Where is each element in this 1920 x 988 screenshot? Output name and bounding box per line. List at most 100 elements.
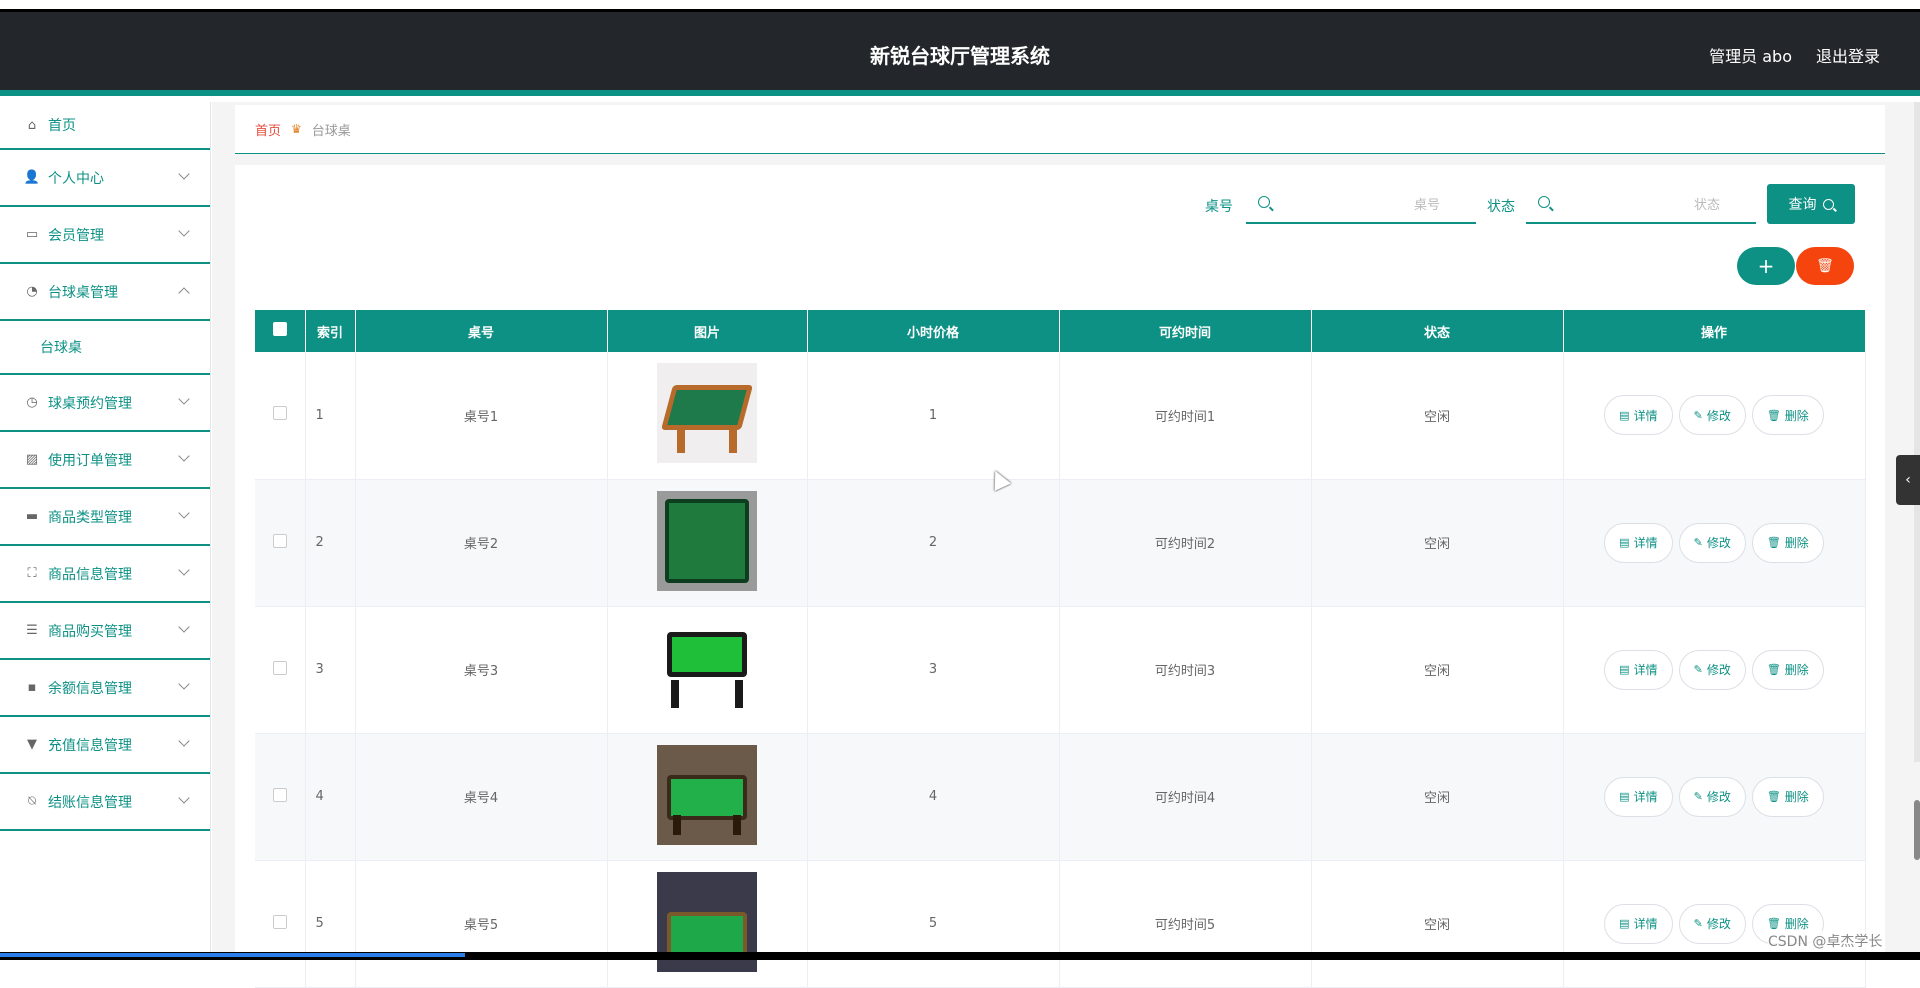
- row-checkbox[interactable]: [272, 660, 287, 675]
- select-all-checkbox[interactable]: [272, 322, 287, 336]
- sidebar-item-tables[interactable]: ◔ 台球桌管理: [0, 264, 210, 321]
- sidebar-item-home[interactable]: ⌂ 首页: [0, 102, 210, 150]
- detail-button[interactable]: ▤ 详情: [1604, 395, 1673, 436]
- sidebar-item-label: 个人中心: [48, 170, 104, 187]
- row-status: 空闲: [1311, 860, 1564, 988]
- detail-button[interactable]: ▤ 详情: [1604, 776, 1673, 817]
- chevron-down-icon: [178, 450, 190, 462]
- row-table-no: 桌号3: [355, 606, 608, 734]
- bell-off-icon: ⍉: [28, 794, 36, 809]
- logout-link[interactable]: 退出登录: [1816, 43, 1880, 67]
- app-header: 新锐台球厅管理系统 管理员 abo 退出登录: [0, 12, 1920, 96]
- chevron-up-icon: [178, 287, 190, 299]
- query-label: 查询: [1788, 197, 1817, 213]
- table-image: [657, 363, 757, 464]
- table-no-input[interactable]: [1280, 192, 1440, 216]
- row-status: 空闲: [1311, 479, 1564, 607]
- row-table-no: 桌号1: [355, 352, 608, 480]
- sidebar-item-personal[interactable]: 👤 个人中心: [0, 150, 210, 207]
- column-header: 状态: [1311, 310, 1564, 352]
- wallet-icon: ▬: [25, 509, 39, 524]
- row-checkbox[interactable]: [272, 533, 287, 548]
- sidebar-item-label: 台球桌管理: [48, 284, 118, 301]
- edit-button[interactable]: ✎ 修改: [1678, 395, 1746, 436]
- edit-label: 修改: [1706, 790, 1731, 804]
- chevron-down-icon: [178, 792, 190, 804]
- sidebar-item-checkout[interactable]: ⍉ 结账信息管理: [0, 774, 210, 831]
- table-no-search[interactable]: [1246, 186, 1476, 224]
- sidebar-item-product-types[interactable]: ▬ 商品类型管理: [0, 489, 210, 546]
- detail-label: 详情: [1633, 536, 1658, 550]
- sidebar-item-balance[interactable]: ▪ 余额信息管理: [0, 660, 210, 717]
- select-all-cell[interactable]: [255, 310, 306, 352]
- status-search[interactable]: [1526, 186, 1756, 224]
- detail-label: 详情: [1633, 663, 1658, 677]
- sidebar-item-label: 商品信息管理: [48, 566, 132, 583]
- edit-label: 修改: [1706, 917, 1731, 931]
- row-index: 1: [305, 352, 356, 480]
- table-row: 2 桌号2 2 可约时间2 空闲 ▤ 详情 ✎ 修改 🗑 删除: [255, 479, 1866, 607]
- table-row: 4 桌号4 4 可约时间4 空闲 ▤ 详情 ✎ 修改 🗑 删除: [255, 733, 1866, 861]
- chevron-down-icon: [178, 168, 190, 180]
- row-actions: ▤ 详情 ✎ 修改 🗑 删除: [1563, 860, 1866, 988]
- document-icon: ▤: [1619, 408, 1630, 422]
- delete-button[interactable]: 🗑 删除: [1751, 649, 1824, 690]
- query-button[interactable]: 查询: [1767, 184, 1855, 224]
- current-user: 管理员 abo: [1709, 47, 1792, 66]
- add-button[interactable]: +: [1737, 247, 1795, 285]
- row-time: 可约时间2: [1059, 479, 1312, 607]
- row-time: 可约时间3: [1059, 606, 1312, 734]
- app-title: 新锐台球厅管理系统: [870, 44, 1050, 68]
- row-table-no: 桌号2: [355, 479, 608, 607]
- row-checkbox[interactable]: [272, 406, 287, 421]
- page-scrollbar[interactable]: [1914, 102, 1920, 762]
- column-header: 索引: [305, 310, 356, 352]
- row-checkbox[interactable]: [272, 787, 287, 802]
- sidebar-item-label: 商品购买管理: [48, 623, 132, 640]
- detail-button[interactable]: ▤ 详情: [1604, 649, 1673, 690]
- sidebar-item-recharge[interactable]: ▼ 充值信息管理: [0, 717, 210, 774]
- row-status: 空闲: [1311, 606, 1564, 734]
- sidebar-item-reservations[interactable]: ◷ 球桌预约管理: [0, 375, 210, 432]
- column-header: 图片: [607, 310, 808, 352]
- detail-label: 详情: [1633, 408, 1658, 423]
- table-row: 1 桌号1 1 可约时间1 空闲 ▤ 详情 ✎ 修改 🗑 删除: [255, 352, 1866, 480]
- edit-button[interactable]: ✎ 修改: [1678, 522, 1746, 563]
- batch-delete-button[interactable]: 🗑: [1796, 247, 1854, 285]
- table-header-row: 索引 桌号 图片 小时价格 可约时间 状态 操作: [255, 310, 1866, 352]
- crown-icon: ♛: [291, 122, 302, 136]
- chevron-down-icon: [178, 393, 190, 405]
- table-image: [657, 490, 757, 591]
- status-input[interactable]: [1560, 192, 1720, 216]
- video-progress-bar: [0, 952, 1920, 960]
- table-row: 5 桌号5 5 可约时间5 空闲 ▤ 详情 ✎ 修改 🗑 删除: [255, 860, 1866, 988]
- document-icon: ▤: [1619, 536, 1630, 549]
- stamp-icon: ▼: [27, 737, 37, 752]
- sidebar-item-products[interactable]: ⛶ 商品信息管理: [0, 546, 210, 603]
- trash-icon: 🗑: [1766, 790, 1781, 803]
- sidebar-item-orders[interactable]: ▨ 使用订单管理: [0, 432, 210, 489]
- detail-button[interactable]: ▤ 详情: [1604, 522, 1673, 563]
- trash-icon: 🗑: [1816, 258, 1834, 274]
- detail-button[interactable]: ▤ 详情: [1604, 903, 1673, 944]
- edit-button[interactable]: ✎ 修改: [1678, 649, 1746, 690]
- scrollbar-thumb[interactable]: [1914, 800, 1920, 860]
- delete-button[interactable]: 🗑 删除: [1751, 522, 1824, 563]
- row-table-no: 桌号5: [355, 860, 608, 988]
- sidebar-item-purchases[interactable]: ☰ 商品购买管理: [0, 603, 210, 660]
- row-checkbox[interactable]: [272, 914, 287, 929]
- sidebar-subitem-billiard-table[interactable]: 台球桌: [0, 321, 210, 375]
- row-status: 空闲: [1311, 733, 1564, 861]
- delete-button[interactable]: 🗑 删除: [1751, 395, 1824, 436]
- clock-icon: ◷: [26, 395, 38, 410]
- chat-icon: ▭: [25, 227, 39, 242]
- edit-button[interactable]: ✎ 修改: [1678, 903, 1746, 944]
- delete-button[interactable]: 🗑 删除: [1751, 776, 1824, 817]
- row-time: 可约时间4: [1059, 733, 1312, 861]
- detail-label: 详情: [1633, 917, 1658, 931]
- edit-button[interactable]: ✎ 修改: [1678, 776, 1746, 817]
- sidebar-item-members[interactable]: ▭ 会员管理: [0, 207, 210, 264]
- collapse-panel-button[interactable]: ‹: [1896, 455, 1920, 505]
- breadcrumb-home[interactable]: 首页: [255, 120, 281, 139]
- document-icon: ▤: [1619, 663, 1630, 676]
